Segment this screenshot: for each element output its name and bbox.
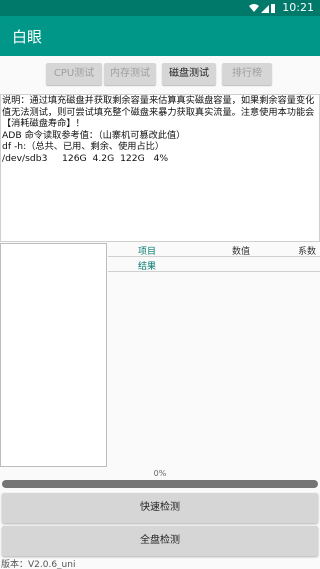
results-table: 项目 数值 系数 结果 — [108, 243, 320, 467]
header-coef: 系数 — [297, 247, 316, 257]
app-bar: 白眼 — [0, 16, 320, 56]
tab-leaderboard[interactable]: 排行榜 — [222, 63, 272, 85]
table-row: 结果 — [108, 258, 320, 272]
tab-memory-test[interactable]: 内存测试 — [104, 63, 156, 85]
progress-label: 0% — [153, 469, 167, 478]
tab-cpu-test[interactable]: CPU测试 — [46, 63, 102, 85]
tab-bar: CPU测试 内存测试 磁盘测试 排行榜 — [0, 60, 320, 88]
info-description: 说明：通过填充磁盘并获取剩余容量来估算真实磁盘容量，如果剩余容量变化值无法测试，… — [2, 95, 315, 130]
progress-bar — [2, 480, 318, 488]
test-list-panel[interactable] — [0, 243, 107, 467]
status-icons — [249, 4, 275, 13]
app-title: 白眼 — [12, 28, 43, 46]
info-df-output: /dev/sdb3 126G 4.2G 122G 4% — [2, 152, 169, 164]
status-bar: 10:21 — [0, 0, 320, 16]
wifi-icon — [249, 4, 259, 12]
header-value: 数值 — [232, 247, 251, 257]
info-text-area[interactable]: 说明：通过填充磁盘并获取剩余容量来估算真实磁盘容量，如果剩余容量变化值无法测试，… — [0, 94, 320, 242]
battery-icon — [271, 4, 275, 13]
status-time: 10:21 — [282, 1, 314, 14]
results-header: 项目 数值 系数 — [108, 243, 320, 257]
full-disk-test-button[interactable]: 全盘检测 — [2, 526, 318, 556]
info-adb-reference: ADB 命令读取参考值：（山寨机可篡改此值） — [2, 129, 186, 141]
header-item: 项目 — [138, 247, 157, 257]
signal-icon — [261, 5, 269, 13]
version-label: 版本：V2.0.6_uni — [1, 560, 76, 569]
result-row-label: 结果 — [138, 262, 157, 272]
quick-test-button[interactable]: 快速检测 — [2, 493, 318, 523]
info-df-header: df -h:（总共、已用、剩余、使用占比） — [2, 141, 165, 153]
tab-disk-test[interactable]: 磁盘测试 — [162, 63, 216, 85]
